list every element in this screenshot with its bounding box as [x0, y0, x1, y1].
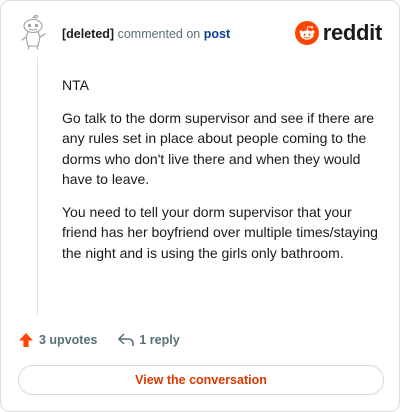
comment-footer: 3 upvotes 1 reply [18, 332, 180, 348]
comment-meta: [deleted] commented on post [62, 27, 230, 42]
comment-paragraph: You need to tell your dorm supervisor th… [62, 203, 378, 261]
view-conversation-button[interactable]: View the conversation [18, 365, 384, 395]
deleted-user-avatar-icon [19, 14, 49, 51]
upvote-count: 3 upvotes [39, 333, 98, 347]
comment-card: [deleted] commented on post reddit NTA G… [0, 0, 400, 412]
reply-button[interactable]: 1 reply [117, 332, 180, 348]
reply-arrow-icon [118, 333, 135, 347]
upvote-arrow-icon [19, 333, 33, 347]
upvote-button[interactable]: 3 upvotes [18, 332, 97, 348]
comment-paragraph: Go talk to the dorm supervisor and see i… [62, 109, 375, 188]
comment-body: NTA Go talk to the dorm supervisor and s… [62, 75, 382, 275]
reply-count: 1 reply [139, 333, 180, 347]
post-link[interactable]: post [204, 27, 230, 41]
reddit-logo[interactable]: reddit [294, 20, 383, 46]
thread-line [37, 57, 38, 315]
comment-paragraph: NTA [62, 77, 89, 93]
comment-author: [deleted] [62, 27, 115, 41]
reddit-wordmark: reddit [322, 20, 383, 45]
reddit-alien-icon [294, 21, 319, 45]
comment-action: commented on [117, 27, 201, 41]
